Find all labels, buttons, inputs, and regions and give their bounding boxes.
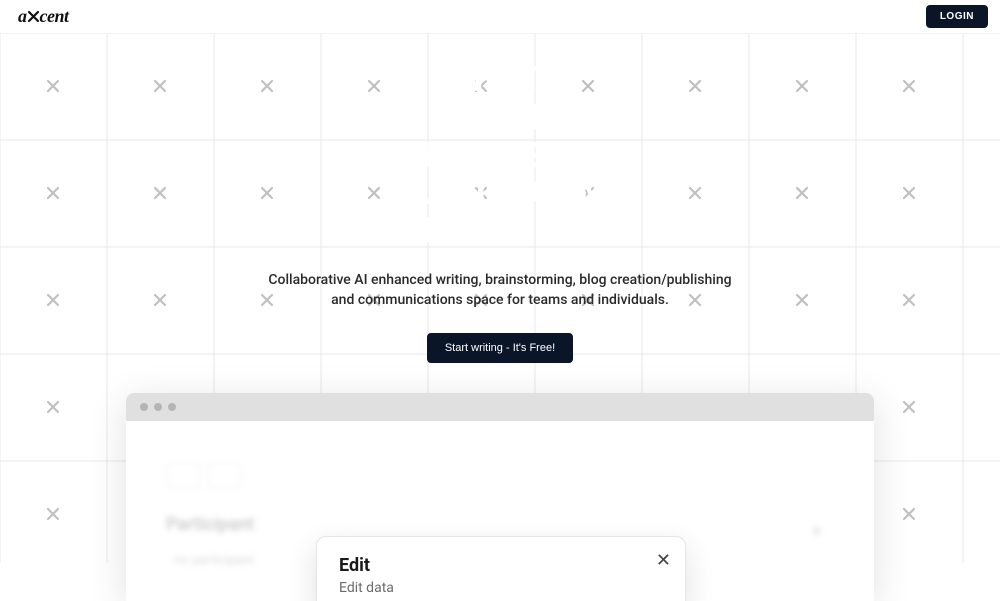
hero-line-2: WRITE. [0,99,1000,137]
preview-window: Participant no participant × ✕ Edit Edit… [126,393,874,601]
hero-line-4: BRAINSTORM. [0,174,1000,212]
close-icon[interactable]: ✕ [656,551,671,569]
hero-line-5: COLLABORATE [0,212,1000,250]
blurred-close-icon: × [812,521,834,543]
window-dot-1 [140,403,148,411]
logo-text-a: a [18,6,27,27]
logo-text-cent: cent [40,6,69,27]
hero-section: CHAT. WRITE. PUBLISH. BRAINSTORM. COLLAB… [0,33,1000,363]
hero-line-3: PUBLISH. [0,137,1000,175]
window-chrome [126,393,874,421]
logo-x-icon [27,10,40,23]
start-writing-button[interactable]: Start writing - It's Free! [427,333,573,363]
window-body: Participant no participant × ✕ Edit Edit… [126,421,874,601]
logo[interactable]: a cent [18,6,69,27]
hero-line-1: CHAT. [0,61,1000,99]
window-dot-2 [154,403,162,411]
blurred-toolbar-btn [166,461,200,489]
login-button[interactable]: LOGIN [926,5,988,28]
header: a cent LOGIN [0,0,1000,33]
edit-popup: ✕ Edit Edit data [316,536,686,601]
blurred-toolbar [166,461,834,489]
hero-heading: CHAT. WRITE. PUBLISH. BRAINSTORM. COLLAB… [0,61,1000,250]
edit-popup-title: Edit [339,555,663,576]
blurred-toolbar-btn [208,461,242,489]
edit-popup-subtitle: Edit data [339,580,663,596]
window-dot-3 [168,403,176,411]
blurred-title: Participant [166,514,834,535]
hero-subtitle: Collaborative AI enhanced writing, brain… [260,270,740,311]
